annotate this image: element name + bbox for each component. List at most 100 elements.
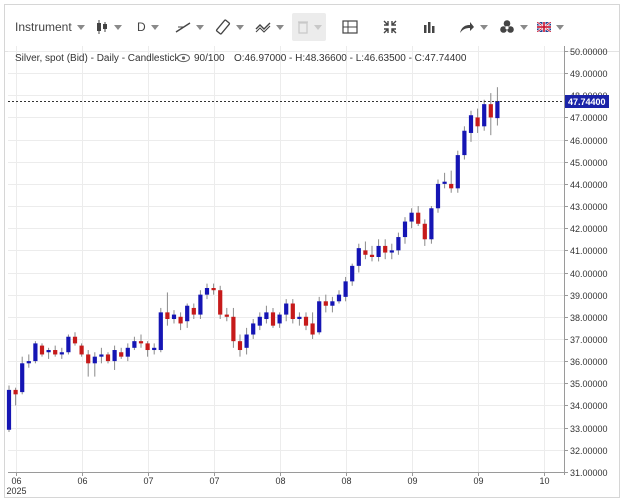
- candle: [270, 307, 276, 328]
- candle-body: [356, 248, 361, 266]
- candle: [482, 99, 487, 131]
- candle: [264, 305, 269, 324]
- candle-body: [482, 104, 487, 127]
- candle: [336, 290, 342, 304]
- candle: [6, 385, 12, 432]
- candle: [132, 336, 137, 351]
- y-tick-label: 37.00000: [570, 335, 608, 345]
- candle-body: [33, 343, 38, 362]
- candle-body: [310, 323, 315, 335]
- y-tick-label: 41.00000: [570, 246, 608, 256]
- candle-body: [422, 223, 427, 240]
- y-tick-label: 49.00000: [570, 69, 608, 79]
- candle: [59, 347, 64, 359]
- x-tick-label: 07: [209, 476, 219, 486]
- candle-body: [92, 356, 97, 364]
- candle: [429, 206, 434, 244]
- y-tick-label: 32.00000: [570, 446, 608, 456]
- candle-body: [198, 294, 203, 315]
- candle: [211, 283, 216, 295]
- candle: [297, 312, 302, 326]
- candle: [290, 299, 295, 324]
- candle: [33, 341, 38, 364]
- candle-body: [455, 155, 460, 189]
- x-tick-year: 2025: [6, 486, 26, 496]
- candle-body: [152, 347, 157, 351]
- y-tick-label: 33.00000: [570, 424, 608, 434]
- candle-body: [488, 104, 493, 118]
- candle-body: [218, 290, 223, 315]
- y-tick-label: 31.00000: [570, 468, 608, 478]
- legend-ohlc: O:46.97000 - H:48.36600 - L:46.63500 - C…: [234, 53, 467, 64]
- candle: [218, 285, 223, 320]
- candle: [20, 356, 25, 395]
- x-axis: 06202506 07 07 08 08 09 09 10: [6, 472, 550, 496]
- candle-body: [462, 130, 467, 156]
- candle-body: [79, 345, 84, 355]
- candle: [317, 296, 322, 335]
- candle-body: [211, 288, 216, 291]
- candle: [244, 327, 249, 355]
- candle-body: [132, 341, 137, 348]
- candle: [416, 206, 421, 226]
- chart-legend: Silver, spot (Bid) - Daily - Candlestick…: [15, 53, 467, 64]
- candle-body: [402, 221, 408, 238]
- candle-body: [376, 245, 381, 257]
- x-tick-label: 08: [341, 476, 351, 486]
- candle: [409, 208, 414, 229]
- candle-body: [363, 250, 368, 255]
- candle: [455, 150, 460, 193]
- candle-body: [13, 389, 18, 395]
- candle: [92, 352, 97, 377]
- y-tick-label: 42.00000: [570, 224, 608, 234]
- y-tick-label: 45.00000: [570, 158, 608, 168]
- current-price-label: 47.74400: [568, 97, 606, 107]
- candle: [383, 239, 388, 260]
- y-tick-label: 38.00000: [570, 313, 608, 323]
- candle-body: [270, 312, 276, 326]
- candle-body: [138, 341, 144, 344]
- candle: [224, 307, 229, 322]
- x-tick-label: 07: [143, 476, 153, 486]
- candle: [79, 343, 84, 357]
- x-tick-label: 06: [11, 476, 21, 486]
- candle-body: [416, 212, 421, 224]
- candle: [171, 310, 177, 324]
- price-chart[interactable]: 50.0000049.0000048.0000047.0000046.00000…: [0, 0, 625, 504]
- candle-body: [290, 303, 295, 320]
- candle: [442, 172, 447, 189]
- candle: [39, 343, 45, 357]
- y-tick-label: 40.00000: [570, 269, 608, 279]
- candle: [53, 345, 58, 357]
- candle-body: [264, 312, 269, 320]
- candle-body: [66, 336, 71, 353]
- y-axis: 50.0000049.0000048.0000047.0000046.00000…: [564, 47, 608, 478]
- candle-body: [343, 281, 348, 297]
- candle-body: [237, 341, 243, 351]
- candle-body: [20, 363, 25, 393]
- candle: [343, 276, 348, 302]
- candle-body: [495, 100, 500, 119]
- candle: [198, 290, 203, 320]
- candle: [363, 241, 368, 260]
- candle: [310, 312, 315, 339]
- candle-body: [112, 350, 117, 362]
- candle-body: [185, 305, 190, 322]
- candle: [112, 345, 117, 370]
- candle-body: [6, 389, 12, 430]
- y-tick-label: 39.00000: [570, 291, 608, 301]
- candle: [152, 343, 157, 355]
- candle: [237, 334, 243, 357]
- candle: [475, 108, 480, 133]
- candle: [488, 93, 493, 136]
- candle-body: [317, 301, 322, 333]
- x-tick-label: 08: [275, 476, 285, 486]
- y-tick-label: 34.00000: [570, 401, 608, 411]
- candle-body: [72, 336, 78, 344]
- candle: [422, 219, 427, 246]
- candle-body: [158, 312, 163, 351]
- candle: [251, 319, 256, 339]
- candle-body: [303, 316, 309, 326]
- candle-body: [475, 117, 480, 127]
- candle-body: [330, 301, 335, 306]
